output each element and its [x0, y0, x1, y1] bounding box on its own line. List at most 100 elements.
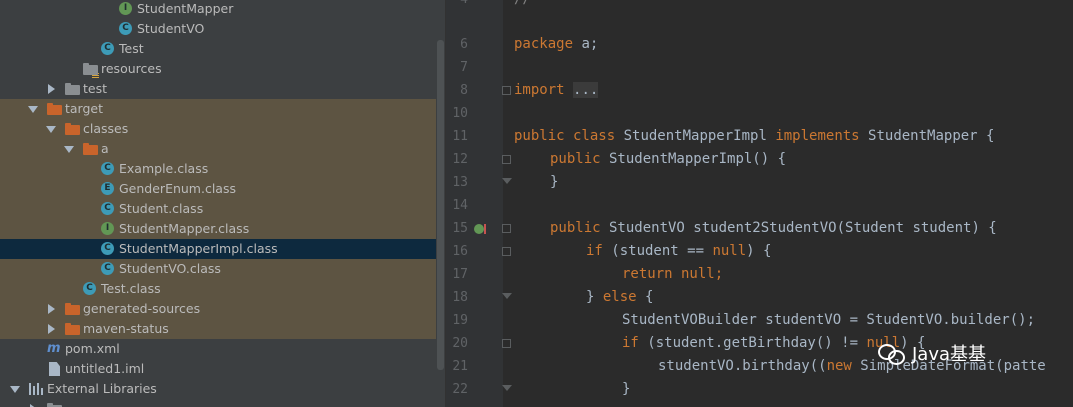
line-number: 13 — [452, 175, 468, 190]
code-keyword: null — [712, 243, 747, 259]
implements-arrow-icon — [484, 224, 486, 234]
fold-marker-icon[interactable] — [502, 339, 511, 348]
project-scrollbar-thumb[interactable] — [437, 40, 444, 370]
tree-item-label: Example.class — [119, 161, 209, 176]
code-line[interactable]: import ... — [514, 79, 599, 102]
code-line[interactable]: studentVO.birthday((new SimpleDateFormat… — [658, 355, 1046, 378]
tree-item-label: target — [65, 101, 104, 116]
code-text: (student.getBirthday() != — [638, 335, 867, 351]
code-text: { — [636, 289, 654, 305]
line-number: 11 — [452, 129, 468, 144]
chevron-right-icon[interactable] — [48, 84, 55, 94]
folder-icon — [47, 103, 62, 115]
tree-row-test[interactable]: C Test — [0, 39, 436, 59]
tree-row-studentvo-class[interactable]: C StudentVO.class — [0, 259, 436, 279]
code-text: StudentMapperImpl — [615, 128, 776, 144]
code-line[interactable]: package a; — [514, 33, 598, 56]
tree-item-label: generated-sources — [83, 301, 201, 316]
line-number: 18 — [452, 290, 468, 305]
tree-row-studentmapperimpl-class[interactable]: C StudentMapperImpl.class — [0, 239, 436, 259]
tree-row-target[interactable]: target — [0, 99, 436, 119]
tree-item-label: StudentMapperImpl.class — [119, 241, 278, 256]
tree-item-label: a — [101, 141, 109, 156]
code-line[interactable]: public StudentMapperImpl() { — [550, 148, 786, 171]
tree-row-student-class[interactable]: C Student.class — [0, 199, 436, 219]
code-line[interactable]: public class StudentMapperImpl implement… — [514, 125, 994, 148]
tree-item-label: untitled1.iml — [65, 361, 145, 376]
chevron-right-icon[interactable] — [48, 324, 55, 334]
code-text: ; — [714, 266, 724, 282]
line-number: 14 — [452, 198, 468, 213]
code-line[interactable]: // — [514, 0, 531, 11]
tree-row-studentmapper-class[interactable]: I StudentMapper.class — [0, 219, 436, 239]
code-line[interactable]: public StudentVO student2StudentVO(Stude… — [550, 217, 997, 240]
chevron-right-icon[interactable] — [48, 304, 55, 314]
fold-marker-icon[interactable] — [502, 224, 511, 233]
fold-marker-icon[interactable] — [502, 86, 511, 95]
tree-item-label: Student.class — [119, 201, 204, 216]
tree-item-label: External Libraries — [47, 381, 157, 396]
code-line[interactable]: return null; — [622, 263, 723, 286]
line-number: 4 — [446, 0, 468, 11]
tree-row-test-class[interactable]: C Test.class — [0, 279, 436, 299]
tree-row-pom-xml[interactable]: m pom.xml — [0, 339, 436, 359]
watermark-text: Java基基 — [912, 344, 987, 365]
line-number: 15 — [452, 221, 468, 236]
code-text: StudentMapperImpl() { — [600, 151, 787, 167]
fold-end-icon[interactable] — [502, 385, 512, 394]
interface-icon: I — [119, 2, 132, 15]
fold-end-icon[interactable] — [502, 178, 512, 187]
code-text: (student == — [602, 243, 713, 259]
fold-end-icon[interactable] — [502, 293, 512, 302]
chevron-down-icon[interactable] — [64, 146, 74, 153]
watermark: Java基基 — [878, 340, 986, 366]
chevron-down-icon[interactable] — [10, 386, 20, 393]
line-number: 12 — [452, 152, 468, 167]
tree-item-label: Test — [119, 41, 144, 56]
fold-marker-icon[interactable] — [502, 155, 511, 164]
fold-marker-icon[interactable] — [502, 247, 511, 256]
tree-row-classes[interactable]: classes — [0, 119, 436, 139]
folder-icon — [65, 303, 80, 315]
chevron-down-icon[interactable] — [46, 126, 56, 133]
resources-folder-icon — [83, 63, 99, 79]
code-keyword: implements — [775, 128, 860, 144]
chevron-down-icon[interactable] — [28, 106, 38, 113]
code-text: StudentVO student2StudentVO(Student stud… — [600, 220, 997, 236]
class-icon: C — [101, 202, 114, 215]
tree-row-test-folder[interactable]: test — [0, 79, 436, 99]
tree-item-label: StudentMapper — [137, 1, 234, 16]
collapsed-imports[interactable]: ... — [573, 82, 599, 98]
tree-item-label: GenderEnum.class — [119, 181, 236, 196]
tree-item-label: test — [83, 81, 108, 96]
tree-row-generated-sources[interactable]: generated-sources — [0, 299, 436, 319]
code-keyword: if — [622, 335, 639, 351]
tree-row-studentvo[interactable]: C StudentVO — [0, 19, 436, 39]
enum-icon: E — [101, 182, 114, 195]
tree-item-label: StudentMapper.class — [119, 221, 250, 236]
code-keyword: else — [602, 289, 637, 305]
tree-row-a[interactable]: a — [0, 139, 436, 159]
code-line[interactable]: } — [622, 378, 630, 401]
tree-row-example-class[interactable]: C Example.class — [0, 159, 436, 179]
implements-gutter-icon[interactable] — [474, 224, 484, 234]
folder-icon — [83, 143, 98, 155]
tree-row-studentmapper[interactable]: I StudentMapper — [0, 0, 436, 19]
code-line[interactable]: } else { — [586, 286, 653, 309]
code-line[interactable]: if (student == null) { — [586, 240, 771, 263]
code-text: ) { — [746, 243, 772, 259]
line-number: 7 — [460, 60, 468, 75]
tree-row-maven-status[interactable]: maven-status — [0, 319, 436, 339]
tree-row-genderenum-class[interactable]: E GenderEnum.class — [0, 179, 436, 199]
code-keyword: new — [826, 358, 852, 374]
code-keyword: return null — [622, 266, 715, 282]
tree-row-untitled1-iml[interactable]: untitled1.iml — [0, 359, 436, 379]
code-keyword: if — [586, 243, 603, 259]
class-icon: C — [101, 262, 114, 275]
tree-row-external-libraries[interactable]: External Libraries — [0, 379, 436, 399]
code-line[interactable]: StudentVOBuilder studentVO = StudentVO.b… — [622, 309, 1035, 332]
tree-row-resources[interactable]: resources — [0, 59, 436, 79]
class-icon: C — [101, 242, 114, 255]
code-line[interactable]: } — [550, 171, 558, 194]
maven-icon: m — [47, 341, 61, 356]
